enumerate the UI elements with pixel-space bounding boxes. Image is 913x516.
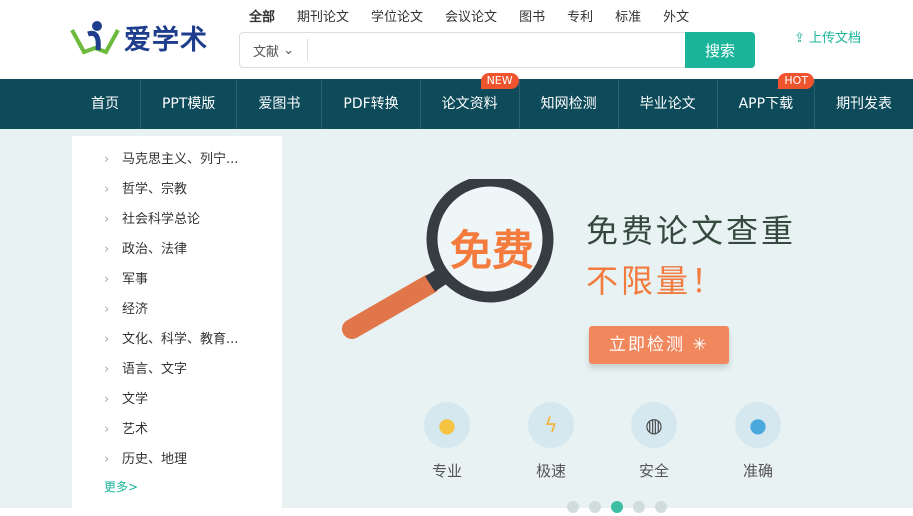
sidebar-item[interactable]: 军事: [72, 265, 282, 295]
sidebar-item[interactable]: 社会科学总论: [72, 205, 282, 235]
banner-subtitle: 不限量！: [586, 262, 727, 300]
carousel-dot-active[interactable]: [611, 501, 623, 513]
feature-fast: ϟ 极速: [526, 402, 576, 481]
check-now-button[interactable]: 立即检测 ✳: [589, 326, 729, 364]
search-bar: 文献 ⌄ 搜索: [239, 32, 755, 68]
search-category-tabs: 全部 期刊论文 学位论文 会议论文 图书 专利 标准 外文: [249, 6, 689, 25]
more-link[interactable]: 更多>: [72, 475, 282, 499]
upload-icon: ⇪: [794, 31, 805, 46]
nav-item-books[interactable]: 爱图书: [237, 79, 323, 129]
sidebar-item[interactable]: 文化、科学、教育...: [72, 325, 282, 355]
cursor-click-icon: ✳: [692, 335, 709, 355]
sidebar-item[interactable]: 哲学、宗教: [72, 175, 282, 205]
category-tab[interactable]: 期刊论文: [297, 6, 349, 25]
location-pin-icon: ●: [735, 402, 781, 448]
sidebar-item[interactable]: 文学: [72, 385, 282, 415]
sidebar-item[interactable]: 政治、法律: [72, 235, 282, 265]
sidebar-item[interactable]: 经济: [72, 295, 282, 325]
sidebar-item[interactable]: 历史、地理: [72, 445, 282, 475]
balloon-icon: ◍: [631, 402, 677, 448]
carousel-dots: [567, 501, 667, 513]
category-tab[interactable]: 标准: [615, 6, 641, 25]
carousel-dot[interactable]: [567, 501, 579, 513]
nav-item-journal[interactable]: 期刊发表: [815, 79, 913, 129]
search-input[interactable]: [308, 33, 685, 67]
lightbulb-icon: ●: [424, 402, 470, 448]
lightning-icon: ϟ: [528, 402, 574, 448]
main-nav: 首页 PPT模版 爱图书 PDF转换 论文资料 NEW 知网检测 毕业论文 APP…: [0, 73, 913, 129]
new-badge: NEW: [480, 73, 519, 89]
upload-document-link[interactable]: ⇪ 上传文档: [794, 27, 861, 46]
category-tab[interactable]: 图书: [519, 6, 545, 25]
nav-item-cnki-check[interactable]: 知网检测: [520, 79, 619, 129]
logo[interactable]: 爱学术: [70, 18, 208, 57]
search-scope-select[interactable]: 文献 ⌄: [240, 39, 308, 61]
chevron-down-icon: ⌄: [283, 42, 295, 58]
nav-item-ppt[interactable]: PPT模版: [141, 79, 238, 129]
banner-area: 马克思主义、列宁... 哲学、宗教 社会科学总论 政治、法律 军事 经济 文化、…: [0, 129, 913, 516]
sidebar-item[interactable]: 语言、文字: [72, 355, 282, 385]
nav-item-app[interactable]: APP下载 HOT: [718, 73, 816, 129]
sidebar-item[interactable]: 马克思主义、列宁...: [72, 145, 282, 175]
nav-item-pdf[interactable]: PDF转换: [322, 79, 421, 129]
category-tab[interactable]: 全部: [249, 6, 275, 25]
hot-badge: HOT: [778, 73, 815, 89]
feature-accurate: ● 准确: [733, 402, 783, 481]
carousel-dot[interactable]: [633, 501, 645, 513]
search-button[interactable]: 搜索: [685, 32, 755, 68]
nav-item-thesis[interactable]: 毕业论文: [619, 79, 718, 129]
nav-item-materials[interactable]: 论文资料 NEW: [421, 73, 520, 129]
banner-title: 免费论文查重: [586, 212, 797, 250]
upload-label: 上传文档: [809, 31, 862, 46]
category-tab[interactable]: 会议论文: [445, 6, 497, 25]
carousel-dot[interactable]: [589, 501, 601, 513]
logo-text: 爱学术: [124, 25, 208, 56]
logo-book-icon: [70, 20, 120, 54]
feature-secure: ◍ 安全: [629, 402, 679, 481]
category-tab[interactable]: 学位论文: [371, 6, 423, 25]
category-tab[interactable]: 专利: [567, 6, 593, 25]
magnifier-text: 免费: [450, 226, 535, 275]
feature-professional: ● 专业: [422, 402, 472, 481]
carousel-dot[interactable]: [655, 501, 667, 513]
sidebar-item[interactable]: 艺术: [72, 415, 282, 445]
category-sidebar: 马克思主义、列宁... 哲学、宗教 社会科学总论 政治、法律 军事 经济 文化、…: [72, 136, 282, 516]
category-tab[interactable]: 外文: [663, 6, 689, 25]
nav-item-home[interactable]: 首页: [70, 79, 141, 129]
scope-label: 文献: [252, 44, 279, 60]
